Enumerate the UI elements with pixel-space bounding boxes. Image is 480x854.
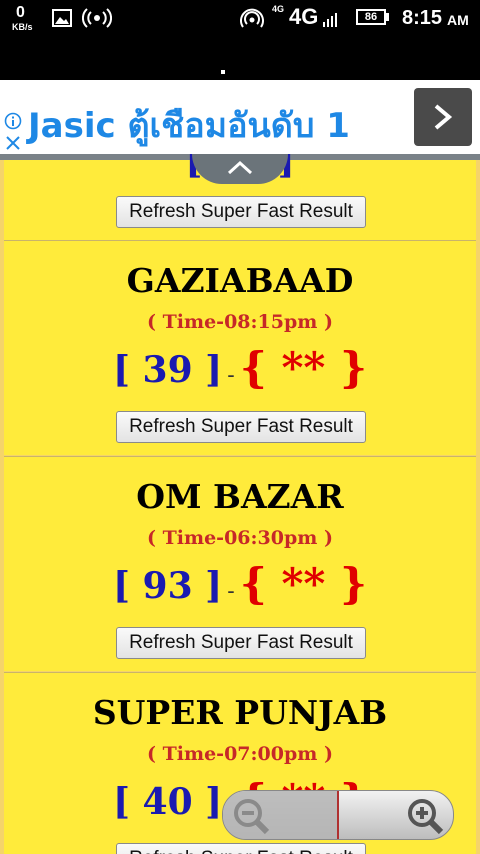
refresh-button[interactable]: Refresh Super Fast Result (116, 196, 366, 228)
result-number: [ 40 ] (112, 781, 223, 823)
result-pending: { ** } (239, 343, 368, 392)
refresh-button[interactable]: Refresh Super Fast Result (116, 843, 366, 854)
market-name: OM BAZAR (136, 477, 344, 516)
ad-open-button[interactable] (414, 88, 472, 146)
ad-headline[interactable]: Jasic ตู้เชือมอันดับ 1 (28, 98, 350, 152)
toolbar-band (0, 38, 480, 80)
result-separator: - (227, 579, 235, 604)
market-name: GAZIABAAD (126, 261, 354, 300)
market-result: [ 93 ] - { ** } (4, 559, 476, 608)
market-result: [ 39 ] - { ** } (4, 343, 476, 392)
gallery-icon (52, 9, 72, 27)
hotspot-icon (82, 8, 112, 28)
result-number: [ 39 ] (112, 349, 223, 391)
zoom-controls (222, 790, 454, 840)
market-time: ( Time-08:15pm ) (147, 311, 333, 333)
market-time: ( Time-06:30pm ) (147, 527, 333, 549)
chevron-right-icon (434, 104, 453, 130)
market-panel: GAZIABAAD ( Time-08:15pm ) [ 39 ] - { **… (4, 240, 476, 455)
net-speed-unit: KB/s (12, 22, 33, 32)
signal-strength-icon (323, 13, 337, 27)
refresh-button[interactable]: Refresh Super Fast Result (116, 411, 366, 443)
ad-close-icon[interactable] (5, 135, 21, 151)
zoom-in-icon (408, 799, 444, 835)
network-type: 4G (289, 4, 319, 29)
battery-tip (386, 13, 389, 21)
zoom-out-icon (234, 799, 270, 835)
network-type-small: 4G (272, 4, 285, 14)
market-time: ( Time-07:00pm ) (147, 743, 333, 765)
clock-ampm: AM (447, 12, 469, 28)
net-speed-value: 0 (16, 4, 25, 21)
market-name: SUPER PUNJAB (92, 693, 388, 732)
wifi-hotspot-icon (240, 8, 264, 28)
result-pending: { ** } (239, 559, 368, 608)
battery-level: 86 (356, 9, 386, 25)
chevron-up-icon (227, 160, 253, 175)
zoom-in-button[interactable] (339, 791, 453, 839)
zoom-out-button[interactable] (223, 791, 337, 839)
results-page[interactable]: [ 41 ] Refresh Super Fast Result GAZIABA… (0, 154, 480, 854)
result-separator: - (227, 363, 235, 388)
refresh-button[interactable]: Refresh Super Fast Result (116, 627, 366, 659)
ad-info-icon[interactable] (4, 112, 22, 130)
indicator-dot (221, 70, 225, 74)
market-panel: OM BAZAR ( Time-06:30pm ) [ 93 ] - { ** … (4, 456, 476, 671)
scroll-up-button[interactable] (192, 154, 288, 184)
result-number: [ 93 ] (112, 565, 223, 607)
status-bar: 0 KB/s 4G 4G 86 8:15 AM (0, 0, 480, 46)
clock-time: 8:15 (402, 7, 443, 29)
